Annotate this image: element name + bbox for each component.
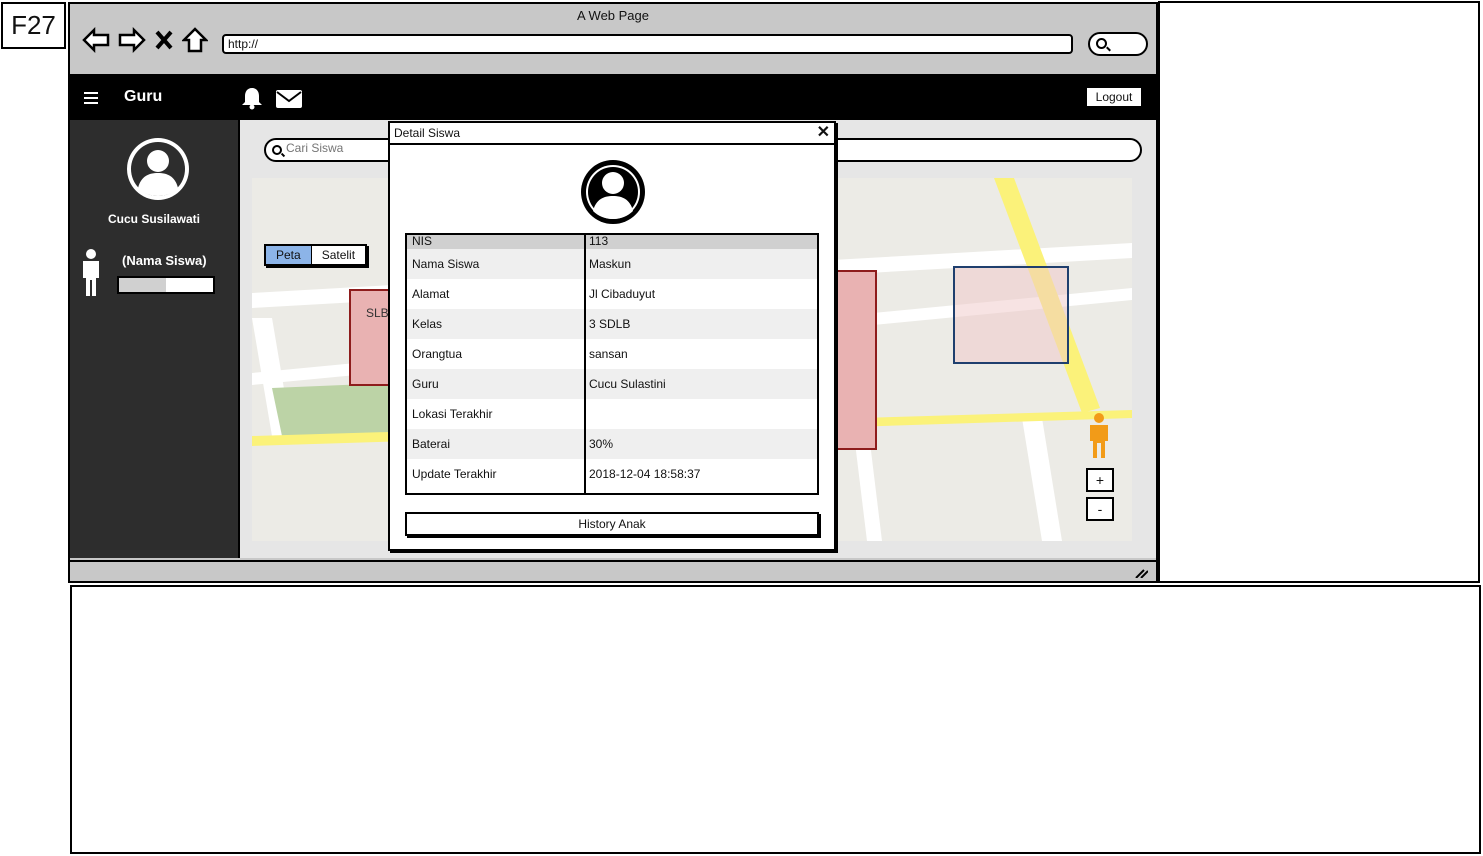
student-person-icon[interactable]: [76, 248, 106, 298]
pegman-icon[interactable]: [1084, 412, 1114, 460]
resize-handle-icon[interactable]: [1134, 568, 1148, 578]
row-value: Cucu Sulastini: [589, 377, 666, 391]
history-anak-button[interactable]: History Anak: [405, 512, 819, 536]
back-icon[interactable]: [82, 26, 110, 54]
close-icon[interactable]: ✕: [817, 123, 830, 143]
table-row: Guru Cucu Sulastini: [407, 369, 817, 399]
row-value: Jl Cibaduyut: [589, 287, 656, 301]
table-row: Orangtua sansan: [407, 339, 817, 369]
row-value: 3 SDLB: [589, 317, 631, 331]
student-avatar-icon: [581, 160, 645, 224]
table-row: Alamat Jl Cibaduyut: [407, 279, 817, 309]
dialog-header: Detail Siswa ✕: [390, 123, 834, 145]
bell-icon[interactable]: [240, 86, 264, 110]
row-value: 30%: [589, 437, 614, 451]
row-value: 113: [589, 234, 609, 248]
sidebar: Cucu Susilawati (Nama Siswa): [70, 120, 238, 558]
row-value: Maskun: [589, 257, 632, 271]
row-label: Lokasi Terakhir: [412, 407, 493, 421]
tab-satelit[interactable]: Satelit: [310, 246, 366, 264]
app-title: Guru: [124, 88, 163, 105]
row-label: NIS: [412, 234, 433, 248]
battery-fill: [119, 278, 166, 292]
row-label: Update Terakhir: [412, 467, 497, 481]
table-row: Lokasi Terakhir: [407, 399, 817, 429]
stop-icon[interactable]: [154, 26, 174, 54]
column-divider: [584, 235, 586, 493]
logout-button[interactable]: Logout: [1086, 87, 1142, 107]
battery-bar: [117, 276, 215, 294]
slb-map-label: SLB: [366, 306, 389, 320]
student-detail-table: NIS 113 Nama Siswa Maskun Alamat Jl Ciba…: [405, 233, 819, 495]
table-row: Update Terakhir 2018-12-04 18:58:37: [407, 459, 817, 489]
url-bar[interactable]: http://: [222, 34, 1073, 54]
row-label: Alamat: [412, 287, 450, 301]
frame-label: F27: [1, 2, 66, 49]
map-type-toggle: Peta Satelit: [264, 244, 368, 266]
user-avatar-icon: [127, 138, 189, 200]
table-row: Kelas 3 SDLB: [407, 309, 817, 339]
student-detail-dialog: Detail Siswa ✕ NIS 113 Nama Siswa Maskun…: [388, 121, 836, 551]
browser-nav: [82, 26, 208, 54]
row-label: Orangtua: [412, 347, 463, 361]
home-icon[interactable]: [182, 26, 208, 54]
row-label: Guru: [412, 377, 439, 391]
status-bar: [70, 560, 1156, 581]
zoom-out-button[interactable]: -: [1086, 497, 1114, 521]
student-name[interactable]: (Nama Siswa): [122, 253, 207, 268]
app-topbar: Guru Logout: [70, 74, 1156, 120]
search-icon: [272, 145, 282, 155]
row-value: [584, 399, 817, 429]
browser-search[interactable]: [1088, 32, 1148, 56]
mail-icon[interactable]: [276, 90, 302, 108]
row-value: 2018-12-04 18:58:37: [589, 467, 701, 481]
notes-panel: [70, 585, 1481, 854]
user-name: Cucu Susilawati: [107, 212, 201, 226]
menu-icon[interactable]: [84, 92, 98, 104]
table-row: NIS 113: [407, 235, 817, 249]
zoom-in-button[interactable]: +: [1086, 468, 1114, 492]
table-row: Nama Siswa Maskun: [407, 249, 817, 279]
tab-peta[interactable]: Peta: [266, 246, 311, 264]
search-icon: [1096, 38, 1107, 49]
dialog-title: Detail Siswa: [394, 126, 461, 140]
table-row: Baterai 30%: [407, 429, 817, 459]
forward-icon[interactable]: [118, 26, 146, 54]
annotation-panel: [1158, 1, 1480, 583]
window-title: A Web Page: [576, 8, 650, 23]
row-label: Baterai: [412, 437, 451, 451]
row-label: Nama Siswa: [412, 257, 480, 271]
row-label: Kelas: [412, 317, 443, 331]
row-value: sansan: [589, 347, 628, 361]
